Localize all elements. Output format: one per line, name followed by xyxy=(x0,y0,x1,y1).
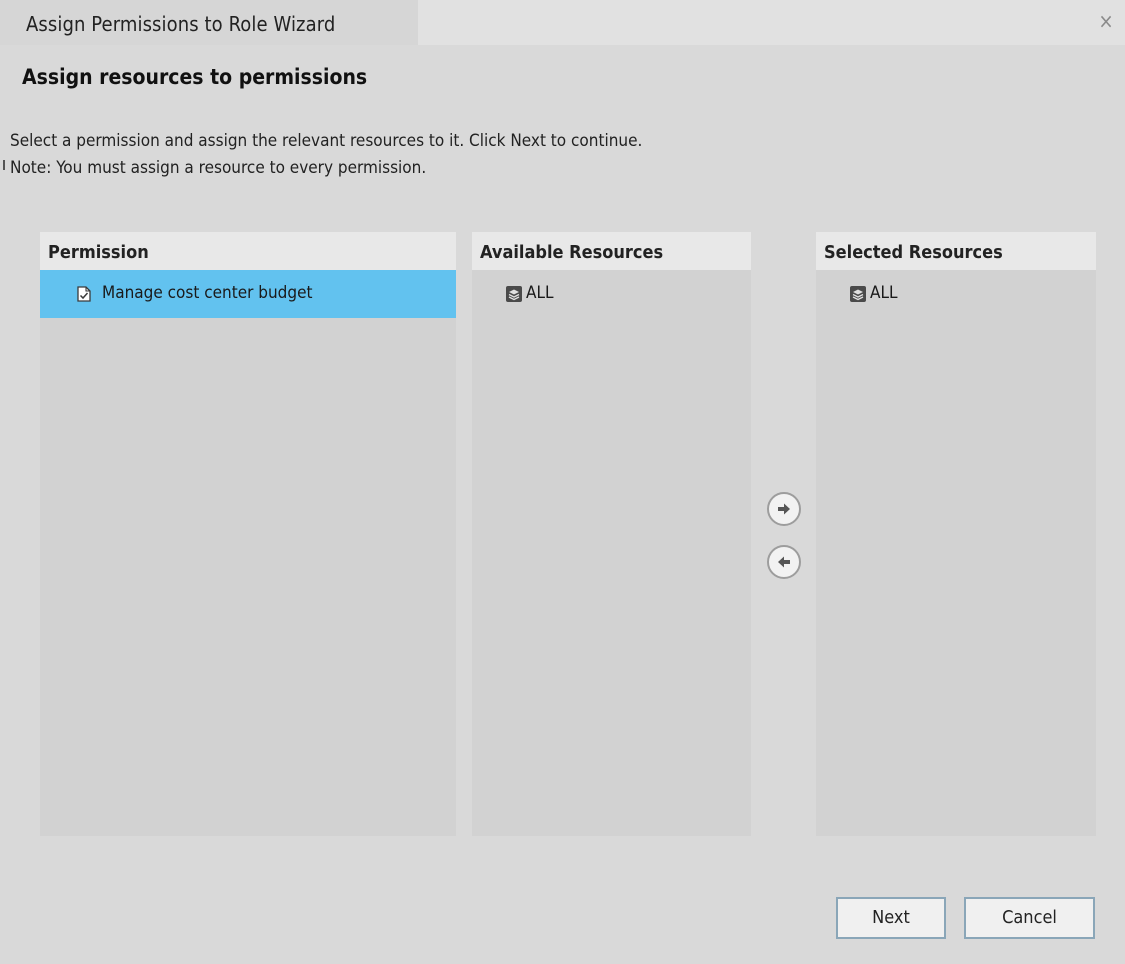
selected-resources-header: Selected Resources xyxy=(816,232,1096,270)
resource-stack-icon xyxy=(506,286,522,302)
window-edge-marker xyxy=(3,160,5,170)
title-tab: Assign Permissions to Role Wizard xyxy=(0,0,418,45)
checked-document-icon xyxy=(76,286,92,302)
instruction-line: Select a permission and assign the relev… xyxy=(10,131,643,151)
remove-resource-button[interactable] xyxy=(767,545,801,579)
permission-header: Permission xyxy=(40,232,456,270)
available-resources-list[interactable]: Available Resources ALL xyxy=(472,232,751,836)
available-resources-header: Available Resources xyxy=(472,232,751,270)
add-resource-button[interactable] xyxy=(767,492,801,526)
resource-stack-icon xyxy=(850,286,866,302)
permission-item-manage-cost-center-budget[interactable]: Manage cost center budget xyxy=(40,270,456,318)
selected-resource-item-all[interactable]: ALL xyxy=(816,270,1096,308)
step-heading: Assign resources to permissions xyxy=(22,65,368,89)
permission-list[interactable]: Permission Manage cost center budget xyxy=(40,232,456,836)
selected-resource-label: ALL xyxy=(870,283,898,303)
next-button[interactable]: Next xyxy=(836,897,946,939)
title-bar: Assign Permissions to Role Wizard × xyxy=(0,0,1125,45)
cancel-button[interactable]: Cancel xyxy=(964,897,1095,939)
available-resource-item-all[interactable]: ALL xyxy=(472,270,751,308)
selected-resources-list[interactable]: Selected Resources ALL xyxy=(816,232,1096,836)
dialog-title: Assign Permissions to Role Wizard xyxy=(26,12,336,36)
available-resource-label: ALL xyxy=(526,283,554,303)
instructions: Select a permission and assign the relev… xyxy=(10,128,642,182)
instruction-note: Note: You must assign a resource to ever… xyxy=(10,158,427,178)
close-icon[interactable]: × xyxy=(1095,10,1117,32)
permission-item-label: Manage cost center budget xyxy=(102,283,313,303)
